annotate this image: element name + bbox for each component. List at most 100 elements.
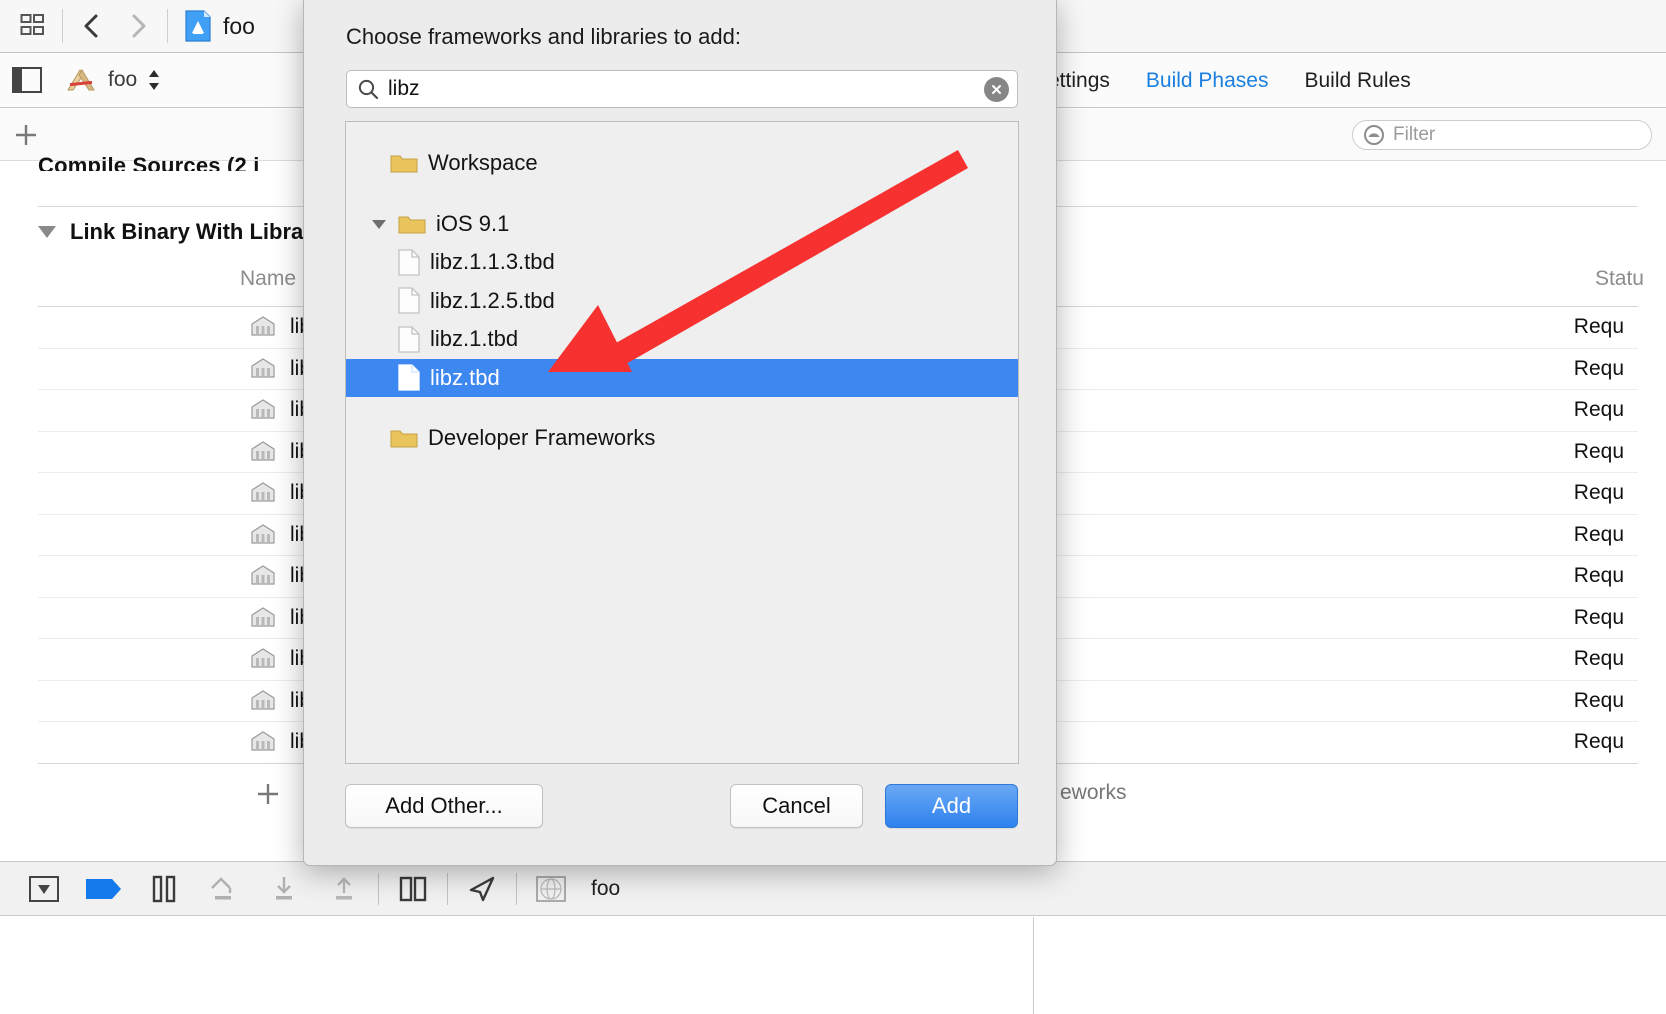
target-selector[interactable]: foo [64, 66, 161, 94]
cancel-button[interactable]: Cancel [730, 784, 863, 828]
clear-circle-icon[interactable] [984, 76, 1009, 102]
left-panel-icon[interactable] [12, 67, 42, 93]
frameworks-tree[interactable]: Workspace iOS 9.1 libz.1.1.3.tbd libz.1.… [345, 121, 1019, 764]
library-status[interactable]: Requ [1574, 606, 1624, 630]
document-breadcrumb[interactable]: foo [184, 10, 255, 42]
library-icon [248, 356, 278, 382]
library-cell: lib [248, 397, 311, 423]
library-status[interactable]: Requ [1574, 315, 1624, 339]
xcode-target-icon [64, 66, 98, 94]
add-button[interactable]: Add [885, 784, 1018, 828]
memory-graph-icon[interactable] [521, 867, 581, 911]
tree-node-libz-tbd[interactable]: libz.tbd [346, 358, 1018, 397]
tree-node-label: libz.1.tbd [430, 326, 519, 352]
file-icon [398, 326, 420, 353]
library-cell: lib [248, 356, 311, 382]
lower-area: foo [0, 861, 1666, 1014]
step-out-icon[interactable] [314, 867, 374, 911]
library-status[interactable]: Requ [1574, 523, 1624, 547]
view-debugging-icon[interactable] [383, 867, 443, 911]
search-icon [357, 78, 379, 100]
tree-node-label: Workspace [428, 150, 538, 176]
debug-divider-3 [516, 872, 517, 905]
toolbar-divider-2 [167, 9, 168, 43]
library-icon [248, 605, 278, 631]
compile-sources-phase-title: Compile Sources (2 i [38, 153, 260, 171]
library-cell: lib [248, 522, 311, 548]
pause-icon[interactable] [134, 867, 194, 911]
library-status[interactable]: Requ [1574, 689, 1624, 713]
target-name: foo [108, 68, 138, 91]
library-status[interactable]: Requ [1574, 481, 1624, 505]
folder-icon [390, 152, 418, 174]
editor-tabs: Settings Build Phases Build Rules [1016, 53, 1666, 108]
library-cell: lib [248, 439, 311, 465]
library-icon [248, 688, 278, 714]
triangle-down-icon[interactable] [368, 218, 390, 230]
step-into-icon[interactable] [254, 867, 314, 911]
file-icon [398, 287, 420, 314]
plus-icon[interactable] [253, 779, 283, 809]
library-cell: lib [248, 563, 311, 589]
tree-node-label: libz.1.2.5.tbd [430, 287, 555, 313]
debug-divider-2 [447, 872, 448, 905]
plus-icon[interactable] [12, 121, 40, 149]
document-title: foo [223, 12, 255, 39]
library-icon [248, 563, 278, 589]
library-status[interactable]: Requ [1574, 357, 1624, 381]
library-icon [248, 646, 278, 672]
column-header-name: Name [240, 267, 297, 290]
filter-input[interactable]: Filter [1352, 119, 1652, 150]
xcode-window: foo foo Settings Build Phases Build Rule… [0, 0, 1666, 1014]
tab-build-rules[interactable]: Build Rules [1286, 69, 1428, 93]
add-other-button[interactable]: Add Other... [345, 784, 543, 828]
tree-node-developer-frameworks[interactable]: Developer Frameworks [346, 419, 1018, 458]
chevron-right-icon[interactable] [115, 6, 161, 46]
tree-node-libz-1[interactable]: libz.1.tbd [346, 320, 1018, 359]
library-status[interactable]: Requ [1574, 647, 1624, 671]
library-icon [248, 522, 278, 548]
location-icon[interactable] [452, 867, 512, 911]
search-input[interactable]: libz [346, 70, 1018, 108]
debug-console-right [1035, 917, 1666, 1014]
sheet-title: Choose frameworks and libraries to add: [346, 24, 741, 49]
filter-placeholder: Filter [1393, 123, 1436, 145]
library-status[interactable]: Requ [1574, 730, 1624, 754]
tree-node-libz-1-1-3[interactable]: libz.1.1.3.tbd [346, 243, 1018, 282]
tree-node-label: Developer Frameworks [428, 425, 656, 451]
search-value: libz [388, 77, 420, 100]
library-icon [248, 439, 278, 465]
tree-node-ios-9-1[interactable]: iOS 9.1 [346, 205, 1018, 244]
link-binary-phase-header[interactable]: Link Binary With Libra [38, 219, 303, 245]
grid-icon[interactable] [10, 6, 56, 46]
library-cell: lib [248, 729, 311, 755]
add-frameworks-sheet: Choose frameworks and libraries to add: … [303, 0, 1057, 866]
debug-divider [378, 872, 379, 905]
hide-debug-area-icon[interactable] [14, 867, 74, 911]
step-over-icon[interactable] [194, 867, 254, 911]
library-cell: lib [248, 605, 311, 631]
folder-icon [398, 213, 426, 235]
column-header-status: Statu [1594, 267, 1644, 290]
tab-build-phases[interactable]: Build Phases [1128, 69, 1287, 93]
library-status[interactable]: Requ [1574, 440, 1624, 464]
file-icon [398, 249, 420, 276]
library-status[interactable]: Requ [1574, 398, 1624, 422]
debug-breadcrumb[interactable]: foo [591, 877, 620, 901]
frameworks-label: eworks [1060, 781, 1127, 804]
library-status[interactable]: Requ [1574, 564, 1624, 588]
library-cell: lib [248, 646, 311, 672]
breakpoints-icon[interactable] [74, 867, 134, 911]
tree-node-workspace[interactable]: Workspace [346, 144, 1018, 183]
file-icon [398, 364, 420, 391]
up-down-stepper-icon[interactable] [147, 69, 161, 91]
filter-bar: Filter [1016, 109, 1666, 161]
library-icon [248, 314, 278, 340]
library-icon [248, 397, 278, 423]
library-icon [248, 480, 278, 506]
chevron-left-icon[interactable] [69, 6, 115, 46]
filter-icon [1363, 124, 1385, 146]
triangle-down-icon[interactable] [38, 226, 56, 238]
debug-console-left [0, 917, 1034, 1014]
tree-node-libz-1-2-5[interactable]: libz.1.2.5.tbd [346, 282, 1018, 321]
